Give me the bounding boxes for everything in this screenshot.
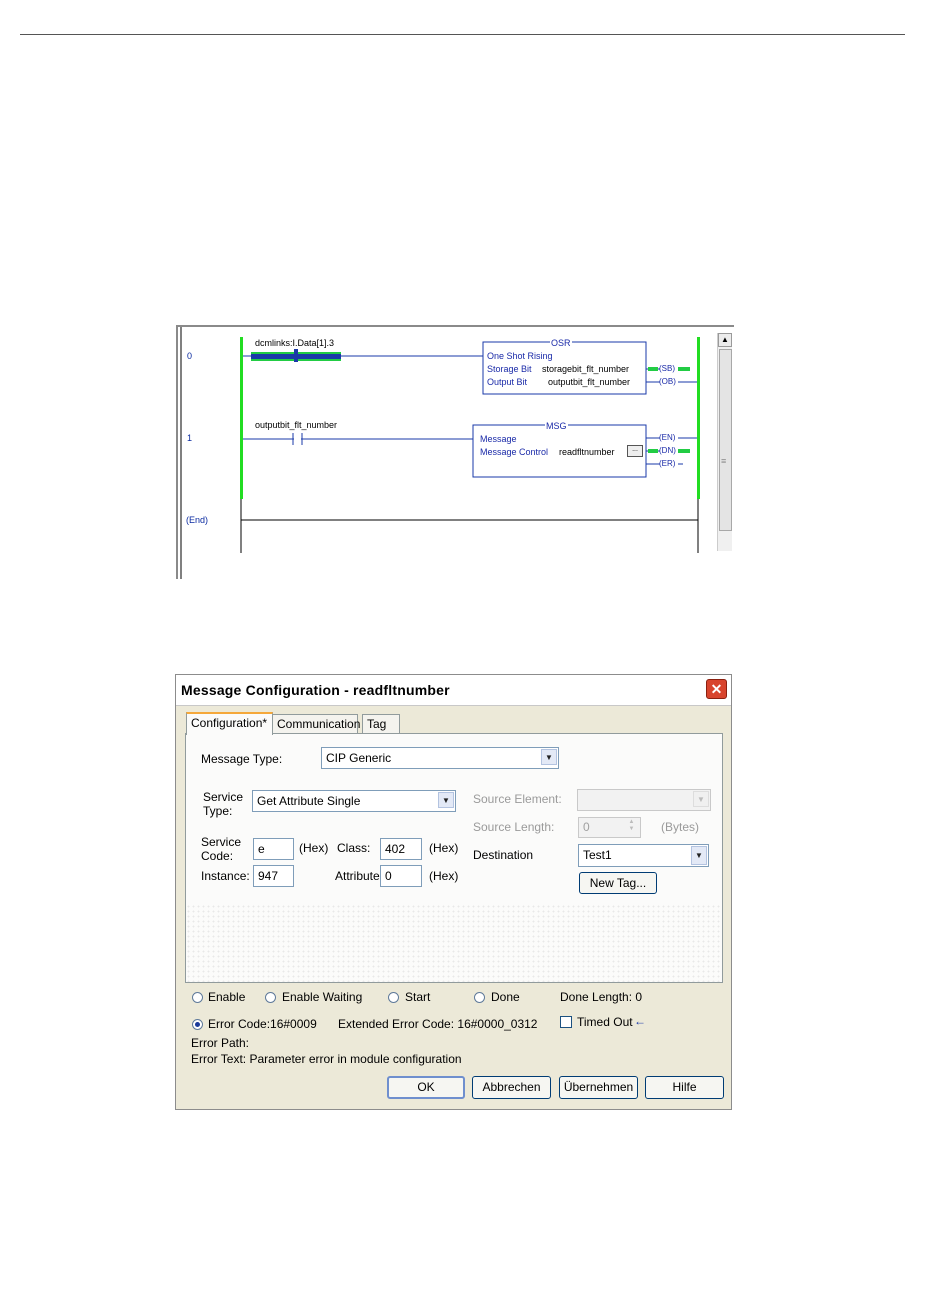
done-label: Done <box>491 990 520 1004</box>
service-code-label-2: Code: <box>201 849 234 863</box>
configuration-panel: Message Type: CIP Generic ▼ Service Type… <box>185 733 723 983</box>
source-length-value: 0 <box>583 820 590 834</box>
osr-output-sb: (SB) <box>659 364 675 373</box>
error-text: Error Text: Parameter error in module co… <box>191 1052 462 1066</box>
osr-output-label: Output Bit <box>487 377 528 387</box>
message-type-label: Message Type: <box>201 752 283 766</box>
scroll-thumb[interactable]: ≡ <box>719 349 732 531</box>
timed-out-checkbox <box>560 1016 572 1028</box>
service-type-select[interactable]: Get Attribute Single ▼ <box>252 790 456 812</box>
osr-storage-value[interactable]: storagebit_flt_number <box>542 364 629 374</box>
osr-block-desc: One Shot Rising <box>487 351 553 361</box>
hex-unit-label: (Hex) <box>429 841 459 855</box>
chevron-down-icon[interactable]: ▼ <box>438 792 454 808</box>
help-button[interactable]: Hilfe <box>645 1076 724 1099</box>
service-type-value: Get Attribute Single <box>257 794 361 808</box>
osr-storage-label: Storage Bit <box>487 364 532 374</box>
enable-radio <box>192 992 203 1003</box>
osr-output-ob: (OB) <box>659 377 676 386</box>
ladder-scrollbar[interactable]: ▲ ≡ <box>717 333 732 551</box>
close-icon[interactable]: ✕ <box>706 679 727 699</box>
tab-tag[interactable]: Tag <box>362 714 400 733</box>
start-label: Start <box>405 990 431 1004</box>
start-radio <box>388 992 399 1003</box>
attribute-input[interactable]: 0 <box>380 865 422 887</box>
msg-control-value[interactable]: readfltnumber <box>559 447 615 457</box>
message-configuration-dialog: Message Configuration - readfltnumber ✕ … <box>175 674 732 1110</box>
extended-error-code: Extended Error Code: 16#0000_0312 <box>338 1017 538 1031</box>
msg-browse-button[interactable]: ... <box>627 445 643 457</box>
enable-waiting-radio <box>265 992 276 1003</box>
destination-select[interactable]: Test1 ▼ <box>578 844 709 867</box>
dialog-titlebar[interactable]: Message Configuration - readfltnumber ✕ <box>176 675 731 706</box>
source-element-label: Source Element: <box>473 792 562 806</box>
hex-unit-label: (Hex) <box>299 841 329 855</box>
instance-input[interactable]: 947 <box>253 865 294 887</box>
right-power-rail <box>697 337 700 499</box>
enable-label: Enable <box>208 990 246 1004</box>
tab-communication[interactable]: Communication <box>272 714 360 733</box>
chevron-down-icon[interactable]: ▼ <box>691 846 707 865</box>
done-radio <box>474 992 485 1003</box>
destination-value: Test1 <box>583 848 612 862</box>
cancel-button[interactable]: Abbrechen <box>472 1076 551 1099</box>
message-type-value: CIP Generic <box>326 751 392 765</box>
enable-waiting-label: Enable Waiting <box>282 990 363 1004</box>
ladder-diagram <box>180 327 700 579</box>
dialog-title: Message Configuration - readfltnumber <box>181 682 450 698</box>
rung-number-end: (End) <box>186 515 209 525</box>
destination-label: Destination <box>473 848 534 862</box>
service-type-label: Service <box>203 790 244 804</box>
ladder-editor[interactable]: 0 1 (End) dcmlinks:I.Data[1].3 OSR One S… <box>176 325 734 579</box>
osr-output-value[interactable]: outputbit_flt_number <box>548 377 630 387</box>
service-code-label: Service <box>201 835 242 849</box>
source-element-select[interactable]: ▼ <box>577 789 711 811</box>
service-type-label-2: Type: <box>203 804 233 818</box>
instance-label: Instance: <box>201 869 250 883</box>
chevron-down-icon: ▼ <box>693 791 709 807</box>
msg-output-dn: (DN) <box>659 446 676 455</box>
service-code-input[interactable]: e <box>253 838 294 860</box>
timed-out-label: Timed Out <box>577 1015 633 1029</box>
bytes-unit-label: (Bytes) <box>661 820 700 834</box>
source-length-label: Source Length: <box>473 820 555 834</box>
source-length-input[interactable]: 0 ▲ ▼ <box>578 817 641 838</box>
done-length: Done Length: 0 <box>560 990 643 1004</box>
spinner-icon: ▲ ▼ <box>628 819 635 832</box>
page-top-rule <box>20 34 905 35</box>
scroll-up-icon[interactable]: ▲ <box>718 333 732 347</box>
osr-block-name: OSR <box>550 338 572 348</box>
scroll-grip-icon: ≡ <box>721 456 727 466</box>
arrow-left-icon: ← <box>634 1014 646 1028</box>
error-code: Error Code:16#0009 <box>208 1017 317 1031</box>
rung-number: 1 <box>187 433 193 443</box>
tab-configuration[interactable]: Configuration* <box>186 712 273 735</box>
class-input[interactable]: 402 <box>380 838 422 860</box>
rung-number: 0 <box>187 351 193 361</box>
msg-output-er: (ER) <box>659 459 676 468</box>
new-tag-button[interactable]: New Tag... <box>579 872 657 894</box>
class-label: Class: <box>337 841 371 855</box>
apply-button[interactable]: Übernehmen <box>559 1076 638 1099</box>
ok-button[interactable]: OK <box>387 1076 465 1099</box>
attribute-label: Attribute: <box>335 869 384 883</box>
left-power-rail <box>240 337 243 499</box>
message-type-select[interactable]: CIP Generic ▼ <box>321 747 559 769</box>
msg-block-name: MSG <box>545 421 568 431</box>
hex-unit-label: (Hex) <box>429 869 459 883</box>
msg-output-en: (EN) <box>659 433 676 442</box>
chevron-down-icon[interactable]: ▼ <box>541 749 557 765</box>
error-path: Error Path: <box>191 1036 250 1050</box>
rung1-contact-tag[interactable]: outputbit_flt_number <box>255 420 337 430</box>
msg-block-desc: Message <box>480 434 517 444</box>
msg-control-label: Message Control <box>480 447 549 457</box>
rung0-contact-tag[interactable]: dcmlinks:I.Data[1].3 <box>255 338 334 348</box>
error-code-radio <box>192 1019 203 1030</box>
